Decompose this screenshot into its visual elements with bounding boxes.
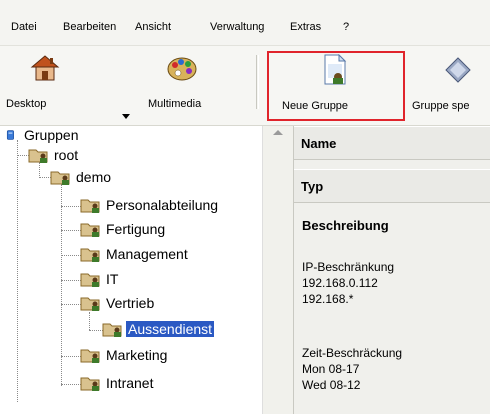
tree-line — [61, 280, 81, 281]
tree-label: Marketing — [106, 347, 168, 363]
tree-line — [61, 230, 81, 231]
multimedia-label: Multimedia — [148, 98, 202, 110]
type-header: Typ — [294, 169, 490, 203]
menu-help[interactable]: ? — [343, 21, 349, 33]
tree-label: Intranet — [106, 375, 154, 391]
ip-restriction-title: IP-Beschränkung — [302, 260, 395, 274]
diamond-icon — [445, 57, 471, 83]
group-folder-icon — [80, 377, 100, 391]
tree-line — [61, 304, 81, 305]
time-value: Mon 08-17 — [302, 362, 360, 376]
group-folder-icon — [80, 297, 100, 311]
tree-label: Personalabteilung — [106, 197, 219, 213]
group-folder-icon — [80, 349, 100, 363]
tree-label: IT — [106, 271, 119, 287]
time-value: Wed 08-12 — [302, 378, 361, 392]
group-folder-icon — [50, 171, 70, 185]
group-folder-icon — [80, 223, 100, 237]
tree-label-selected: Aussendienst — [126, 321, 215, 337]
tree-node-it[interactable]: IT — [80, 270, 120, 288]
tree-root[interactable]: Gruppen — [6, 126, 80, 144]
multimedia-button[interactable]: Multimedia — [144, 50, 220, 118]
time-restriction-title: Zeit-Beschräckung — [302, 346, 403, 360]
save-group-label: Gruppe spe — [412, 100, 470, 112]
name-header: Name — [294, 126, 490, 160]
tree-node-aussendienst[interactable]: Aussendienst — [102, 320, 215, 338]
scroll-up-icon[interactable] — [273, 130, 283, 135]
tree-line — [39, 162, 40, 176]
tree-node-vertrieb[interactable]: Vertrieb — [80, 294, 156, 312]
toolbar: Desktop Multimedia Neue Gruppe Gruppe sp… — [0, 46, 490, 126]
tree-line — [61, 255, 81, 256]
tree-label: Management — [106, 246, 188, 262]
tree-line — [61, 206, 81, 207]
new-group-button[interactable]: Neue Gruppe — [272, 52, 400, 118]
desktop-label: Desktop — [6, 98, 47, 110]
group-folder-icon — [80, 248, 100, 262]
tree-line — [89, 330, 103, 331]
tree-node-management[interactable]: Management — [80, 245, 190, 263]
properties-panel: Name Typ Beschreibung IP-Beschränkung 19… — [293, 126, 490, 414]
menu-verwaltung[interactable]: Verwaltung — [210, 21, 264, 33]
group-folder-icon — [80, 273, 100, 287]
description-header: Beschreibung — [302, 218, 389, 233]
ip-value: 192.168.* — [302, 292, 354, 306]
groups-root-icon — [6, 130, 14, 140]
group-folder-icon — [28, 149, 48, 163]
toolbar-separator — [256, 55, 259, 109]
tree-node-demo[interactable]: demo — [50, 168, 113, 186]
tree-node-fertigung[interactable]: Fertigung — [80, 220, 167, 238]
menu-ansicht[interactable]: Ansicht — [135, 21, 171, 33]
group-tree: Gruppen root demo Personalabteilung Fert… — [0, 126, 262, 414]
house-icon — [30, 55, 60, 81]
tree-line — [61, 356, 81, 357]
tree-label: demo — [76, 169, 112, 185]
new-group-icon — [324, 54, 347, 85]
tree-node-root[interactable]: root — [28, 146, 80, 164]
tree-node-personalabteilung[interactable]: Personalabteilung — [80, 196, 220, 214]
save-group-button[interactable]: Gruppe spe — [406, 52, 490, 118]
tree-line — [61, 384, 81, 385]
menu-bar: Datei Bearbeiten Ansicht Verwaltung Extr… — [0, 0, 490, 46]
group-folder-icon — [102, 323, 122, 337]
tree-node-marketing[interactable]: Marketing — [80, 346, 169, 364]
chevron-down-icon[interactable] — [122, 114, 130, 119]
tree-line — [89, 312, 90, 330]
tree-label: Vertrieb — [106, 295, 155, 311]
palette-icon — [167, 57, 197, 81]
menu-bearbeiten[interactable]: Bearbeiten — [63, 21, 116, 33]
menu-extras[interactable]: Extras — [290, 21, 321, 33]
tree-label: Fertigung — [106, 221, 166, 237]
menu-datei[interactable]: Datei — [11, 21, 37, 33]
tree-scrollbar[interactable] — [262, 126, 293, 414]
group-folder-icon — [80, 199, 100, 213]
new-group-label: Neue Gruppe — [282, 100, 349, 112]
tree-node-intranet[interactable]: Intranet — [80, 374, 155, 392]
ip-value: 192.168.0.112 — [302, 276, 378, 290]
tree-label: root — [54, 147, 79, 163]
desktop-button[interactable]: Desktop — [6, 50, 76, 118]
tree-label: Gruppen — [24, 127, 79, 143]
tree-line — [17, 140, 18, 402]
